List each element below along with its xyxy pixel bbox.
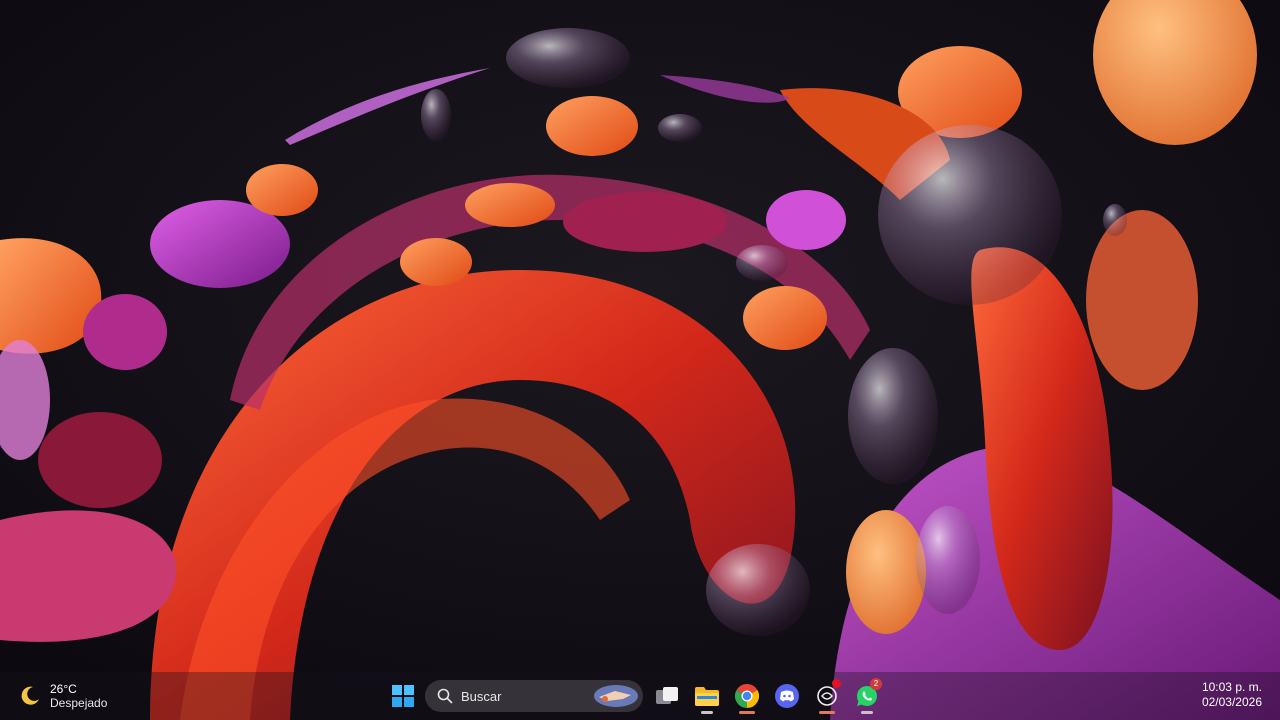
unread-count-badge: 2 xyxy=(870,678,882,690)
app-button[interactable] xyxy=(807,677,847,715)
discord-button[interactable] xyxy=(767,677,807,715)
moon-icon xyxy=(21,686,39,705)
task-view-button[interactable] xyxy=(647,677,687,715)
whatsapp-button[interactable]: 2 xyxy=(847,677,887,715)
chrome-button[interactable] xyxy=(727,677,767,715)
desktop-wallpaper xyxy=(0,0,1280,720)
weather-condition: Despejado xyxy=(50,696,108,710)
notification-badge xyxy=(832,679,841,688)
chrome-icon xyxy=(735,684,759,708)
system-clock[interactable]: 10:03 p. m. 02/03/2026 xyxy=(1202,680,1262,710)
weather-widget[interactable]: 26°C Despejado xyxy=(18,678,107,714)
search-placeholder: Buscar xyxy=(461,688,502,704)
search-highlight-icon xyxy=(594,685,638,707)
taskbar: 26°C Despejado Buscar 2 10:03 p. m. 02/0… xyxy=(0,672,1280,720)
active-indicator xyxy=(739,711,755,714)
weather-temperature: 26°C xyxy=(50,682,77,696)
running-indicator xyxy=(701,711,713,714)
windows-logo-icon xyxy=(392,685,414,707)
active-indicator xyxy=(819,711,835,714)
folder-icon xyxy=(695,687,719,706)
clock-time: 10:03 p. m. xyxy=(1201,680,1262,694)
discord-icon xyxy=(775,684,799,708)
running-indicator xyxy=(861,711,873,714)
start-button[interactable] xyxy=(383,677,423,715)
search-icon xyxy=(437,688,453,704)
search-box[interactable]: Buscar xyxy=(425,680,643,712)
task-view-icon xyxy=(656,687,678,704)
clock-date: 02/03/2026 xyxy=(1201,695,1262,709)
file-explorer-button[interactable] xyxy=(687,677,727,715)
taskbar-center: Buscar 2 xyxy=(383,677,887,715)
